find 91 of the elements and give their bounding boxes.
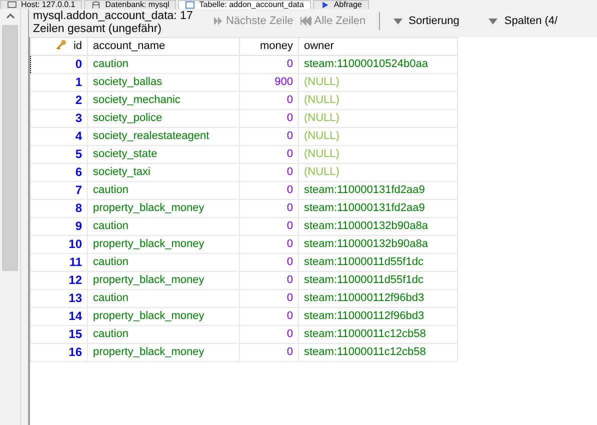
table-cell: 900 <box>240 74 298 92</box>
id-cell: 13 <box>30 290 88 308</box>
table-cell: property_black_money <box>88 200 240 218</box>
id-cell: 6 <box>30 164 88 182</box>
scroll-up-icon[interactable] <box>6 13 14 19</box>
table-cell: 0 <box>240 110 298 128</box>
id-cell: 16 <box>30 344 88 362</box>
table-cell: steam:11000011d55f1dc <box>298 254 458 272</box>
table-cell: 0 <box>240 56 298 74</box>
table-cell: 0 <box>240 308 298 326</box>
id-cell: 15 <box>30 326 88 344</box>
null-cell: (NULL) <box>298 128 458 146</box>
monitor-icon <box>7 1 17 9</box>
null-cell: (NULL) <box>298 110 458 128</box>
table-cell: 0 <box>240 182 298 200</box>
table-cell: steam:11000011c12cb58 <box>298 344 458 362</box>
null-cell: (NULL) <box>298 146 458 164</box>
table-cell: steam:110000131fd2aa9 <box>298 200 458 218</box>
table-cell: 0 <box>240 344 298 362</box>
id-cell: 7 <box>30 182 88 200</box>
columns-button[interactable]: Spalten (4/ <box>488 12 558 30</box>
column-header[interactable]: owner <box>298 38 458 56</box>
table-title: mysql.addon_account_data: 17 <box>33 10 194 23</box>
tab[interactable]: Tabelle: addon_account_data <box>178 0 311 9</box>
panel-splitter[interactable] <box>21 9 29 425</box>
table-cell: society_taxi <box>88 164 240 182</box>
table-cell: 0 <box>240 128 298 146</box>
table-cell: steam:110000112f96bd3 <box>298 290 458 308</box>
row-count-label: Zeilen gesamt (ungefähr) <box>33 23 162 36</box>
table-cell: 0 <box>240 200 298 218</box>
sort-button[interactable]: Sortierung <box>392 12 460 30</box>
table-cell: steam:11000011c12cb58 <box>298 326 458 344</box>
table-cell: steam:110000112f96bd3 <box>298 308 458 326</box>
table-cell: 0 <box>240 218 298 236</box>
skip-to-end-icon <box>300 16 312 26</box>
table-cell: steam:110000132b90a8a <box>298 218 458 236</box>
table-cell: society_police <box>88 110 240 128</box>
table-cell: caution <box>88 56 240 74</box>
database-icon <box>91 1 102 9</box>
key-icon <box>56 39 68 50</box>
table-cell: 0 <box>240 326 298 344</box>
table-cell: 0 <box>240 272 298 290</box>
table-cell: steam:110000132b90a8a <box>298 236 458 254</box>
column-header[interactable]: account_name <box>88 38 240 56</box>
table-cell: steam:11000010524b0aa <box>298 56 458 74</box>
scrollbar[interactable] <box>0 9 21 425</box>
table-cell: 0 <box>240 236 298 254</box>
table-cell: society_mechanic <box>88 92 240 110</box>
null-cell: (NULL) <box>298 164 458 182</box>
table-cell: caution <box>88 290 240 308</box>
table-cell: property_black_money <box>88 236 240 254</box>
tab[interactable]: Datenbank: mysql <box>84 0 176 9</box>
scroll-thumb[interactable] <box>2 25 18 271</box>
table-cell: property_black_money <box>88 308 240 326</box>
table-cell: caution <box>88 254 240 272</box>
id-cell: 8 <box>30 200 88 218</box>
table-cell: society_state <box>88 146 240 164</box>
id-cell: 2 <box>30 92 88 110</box>
table-cell: society_realestateagent <box>88 128 240 146</box>
id-cell: 1 <box>30 74 88 92</box>
id-cell: 4 <box>30 128 88 146</box>
id-cell: 5 <box>30 146 88 164</box>
table-cell: caution <box>88 218 240 236</box>
table-cell: 0 <box>240 146 298 164</box>
null-cell: (NULL) <box>298 92 458 110</box>
fast-forward-icon <box>213 16 223 26</box>
id-cell: 10 <box>30 236 88 254</box>
table-cell: 0 <box>240 254 298 272</box>
table-cell: 0 <box>240 164 298 182</box>
null-cell: (NULL) <box>298 74 458 92</box>
id-cell: 3 <box>30 110 88 128</box>
table-icon <box>185 1 196 9</box>
caret-icon <box>392 18 403 24</box>
table-cell: property_black_money <box>88 344 240 362</box>
table-cell: 0 <box>240 92 298 110</box>
id-cell: 12 <box>30 272 88 290</box>
id-cell: 11 <box>30 254 88 272</box>
table-cell: property_black_money <box>88 272 240 290</box>
id-cell: 9 <box>30 218 88 236</box>
caret-icon <box>488 18 498 24</box>
column-header[interactable]: id <box>30 38 88 56</box>
table-cell: society_ballas <box>88 74 240 92</box>
table-cell: steam:110000131fd2aa9 <box>298 182 458 200</box>
table-cell: 0 <box>240 290 298 308</box>
tab[interactable]: Abfrage <box>312 0 369 9</box>
table-cell: caution <box>88 182 240 200</box>
column-header[interactable]: money <box>240 38 298 56</box>
table-cell: caution <box>88 326 240 344</box>
id-cell: 14 <box>30 308 88 326</box>
tab[interactable]: Host: 127.0.0.1 <box>0 0 82 9</box>
table-cell: steam:11000011d55f1dc <box>298 272 458 290</box>
